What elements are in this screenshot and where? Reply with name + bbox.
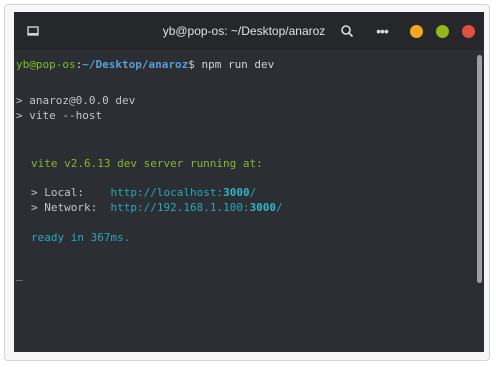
prompt-user: yb@pop-os (16, 58, 76, 71)
search-icon[interactable] (340, 24, 354, 38)
terminal-output[interactable]: yb@pop-os:~/Desktop/anaroz$ npm run dev … (14, 50, 474, 352)
prompt-path: ~/Desktop/anaroz (82, 58, 189, 71)
network-url[interactable]: http://192.168.1.100: (110, 201, 249, 214)
window-title: yb@pop-os: ~/Desktop/anaroz (162, 24, 326, 38)
minimize-button[interactable] (410, 25, 423, 38)
scrollbar-thumb[interactable] (477, 55, 482, 283)
local-url-suffix: / (249, 186, 257, 199)
local-url-line: > Local: http://localhost:3000/ (31, 186, 256, 201)
network-port: 3000 (249, 201, 277, 214)
title-bar: yb@pop-os: ~/Desktop/anaroz ••• (14, 12, 484, 50)
output-line-vite-cmd: > vite --host (16, 108, 103, 122)
maximize-button[interactable] (436, 25, 449, 38)
network-url-suffix: / (276, 201, 283, 214)
network-url-line: > Network: http://192.168.1.100:3000/ (31, 201, 283, 216)
close-button[interactable] (462, 25, 475, 38)
prompt-symbol: $ (188, 58, 195, 71)
new-tab-icon[interactable] (26, 24, 40, 38)
menu-icon[interactable]: ••• (372, 22, 392, 40)
output-line-script: > anaroz@0.0.0 dev (16, 94, 136, 107)
terminal-window: yb@pop-os: ~/Desktop/anaroz ••• yb@pop-o… (14, 12, 484, 352)
ready-message: ready in 367ms. (31, 231, 131, 244)
terminal-cursor: _ (16, 268, 23, 281)
local-label: > Local: (31, 186, 111, 199)
network-label: > Network: (31, 201, 111, 214)
command-text: npm run dev (194, 58, 275, 71)
scrollbar[interactable] (474, 50, 484, 352)
local-url[interactable]: http://localhost: (110, 186, 223, 199)
local-port: 3000 (223, 186, 250, 199)
prompt-line: yb@pop-os:~/Desktop/anaroz$ npm run dev (16, 58, 274, 73)
vite-banner: vite v2.6.13 dev server running at: (31, 157, 263, 170)
